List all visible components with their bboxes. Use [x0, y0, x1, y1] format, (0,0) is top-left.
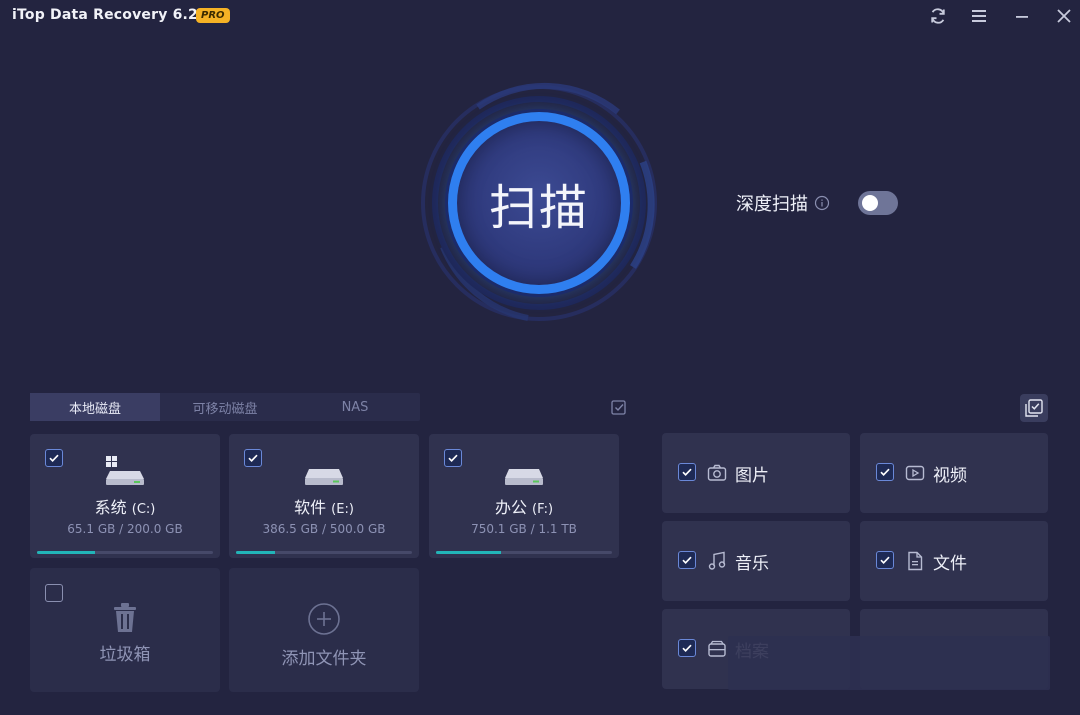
disk-f-label: 办公 [494, 498, 527, 517]
app-title: iTop Data Recovery 6.2 [12, 7, 199, 23]
add-folder-card[interactable]: 添加文件夹 [229, 568, 419, 692]
minimize-button[interactable] [1009, 4, 1035, 28]
disk-c-letter: (C:) [131, 502, 156, 517]
checkmark-icon [682, 644, 692, 653]
music-checkbox[interactable] [678, 551, 696, 569]
app-window: iTop Data Recovery 6.2 PRO 扫描 深度扫描 本地磁盘 … [0, 0, 1080, 715]
images-label: 图片 [735, 466, 769, 486]
videos-checkbox[interactable] [876, 463, 894, 481]
checkmark-icon [682, 556, 692, 565]
recycle-bin-card[interactable]: 垃圾箱 [30, 568, 220, 692]
recycle-bin-label: 垃圾箱 [99, 645, 151, 665]
disk-e-letter: (E:) [331, 502, 354, 517]
videos-label: 视频 [933, 466, 967, 486]
music-label: 音乐 [735, 554, 769, 574]
disk-f-size: 750.1 GB / 1.1 TB [471, 522, 577, 536]
checkmark-icon [248, 454, 258, 463]
scan-button-label: 扫描 [488, 180, 589, 236]
disk-card-c[interactable]: 系统 (C:) 65.1 GB / 200.0 GB [30, 434, 220, 558]
scan-area: 扫描 [418, 82, 660, 324]
type-card-videos[interactable]: 视频 [860, 433, 1048, 513]
disk-f-name: 办公 (F:) [429, 494, 619, 518]
close-button[interactable] [1051, 4, 1077, 28]
disk-c-usage-bar [37, 551, 213, 554]
type-card-images[interactable]: 图片 [662, 433, 850, 513]
disk-c-name: 系统 (C:) [30, 494, 220, 518]
close-icon [1057, 9, 1071, 23]
checkmark-icon [49, 454, 59, 463]
disk-e-usage-fill [236, 551, 275, 554]
documents-checkbox[interactable] [876, 551, 894, 569]
drive-icon [305, 469, 343, 485]
disk-f-checkbox[interactable] [444, 449, 462, 467]
checkmark-icon [880, 468, 890, 477]
disk-c-size: 65.1 GB / 200.0 GB [67, 522, 183, 536]
trash-icon [30, 602, 220, 638]
type-card-music[interactable]: 音乐 [662, 521, 850, 601]
disk-card-e[interactable]: 软件 (E:) 386.5 GB / 500.0 GB [229, 434, 419, 558]
checkmark-icon [880, 556, 890, 565]
disk-f-usage-bar [436, 551, 612, 554]
toggle-knob [862, 195, 878, 211]
music-icon [706, 550, 728, 572]
disk-e-checkbox[interactable] [244, 449, 262, 467]
archives-checkbox[interactable] [678, 639, 696, 657]
title-bar: iTop Data Recovery 6.2 PRO [0, 0, 1080, 34]
deep-scan-option: 深度扫描 [736, 190, 898, 216]
tab-removable-disk[interactable]: 可移动磁盘 [160, 393, 290, 421]
drive-icon [505, 469, 543, 485]
recycle-bin-checkbox[interactable] [45, 584, 63, 602]
tab-local-disk[interactable]: 本地磁盘 [30, 393, 160, 421]
disk-e-name: 软件 (E:) [229, 494, 419, 518]
add-folder-label: 添加文件夹 [281, 649, 367, 669]
add-circle-icon [229, 602, 419, 640]
pro-badge: PRO [196, 8, 230, 23]
document-icon [904, 550, 926, 572]
disk-c-checkbox[interactable] [45, 449, 63, 467]
select-all-icon [1025, 399, 1043, 417]
camera-icon [706, 462, 728, 484]
disk-f-letter: (F:) [532, 502, 554, 517]
checkmark-icon [448, 454, 458, 463]
disk-e-label: 软件 [294, 498, 327, 517]
disk-tabs: 本地磁盘 可移动磁盘 NAS [30, 393, 420, 421]
info-icon[interactable] [814, 195, 830, 211]
menu-icon [972, 10, 986, 22]
minimize-icon [1016, 16, 1028, 18]
disk-e-size: 386.5 GB / 500.0 GB [262, 522, 386, 536]
deep-scan-toggle[interactable] [858, 191, 898, 215]
blurred-region [728, 636, 1050, 690]
deep-scan-label: 深度扫描 [736, 194, 808, 215]
archive-icon [706, 638, 728, 660]
refresh-button[interactable] [925, 4, 951, 28]
system-drive-icon [106, 456, 144, 485]
disk-card-f[interactable]: 办公 (F:) 750.1 GB / 1.1 TB [429, 434, 619, 558]
images-checkbox[interactable] [678, 463, 696, 481]
video-icon [904, 462, 926, 484]
documents-label: 文件 [933, 554, 967, 574]
checkmark-icon [682, 468, 692, 477]
disk-f-usage-fill [436, 551, 502, 554]
menu-button[interactable] [966, 4, 992, 28]
disk-c-usage-fill [37, 551, 96, 554]
select-all-types-button[interactable] [1020, 394, 1048, 422]
type-card-documents[interactable]: 文件 [860, 521, 1048, 601]
select-all-disks-icon[interactable] [610, 399, 628, 417]
disk-e-usage-bar [236, 551, 412, 554]
disk-c-label: 系统 [94, 498, 127, 517]
scan-button[interactable]: 扫描 [448, 112, 630, 294]
refresh-icon [931, 8, 945, 24]
tab-nas[interactable]: NAS [290, 393, 420, 421]
